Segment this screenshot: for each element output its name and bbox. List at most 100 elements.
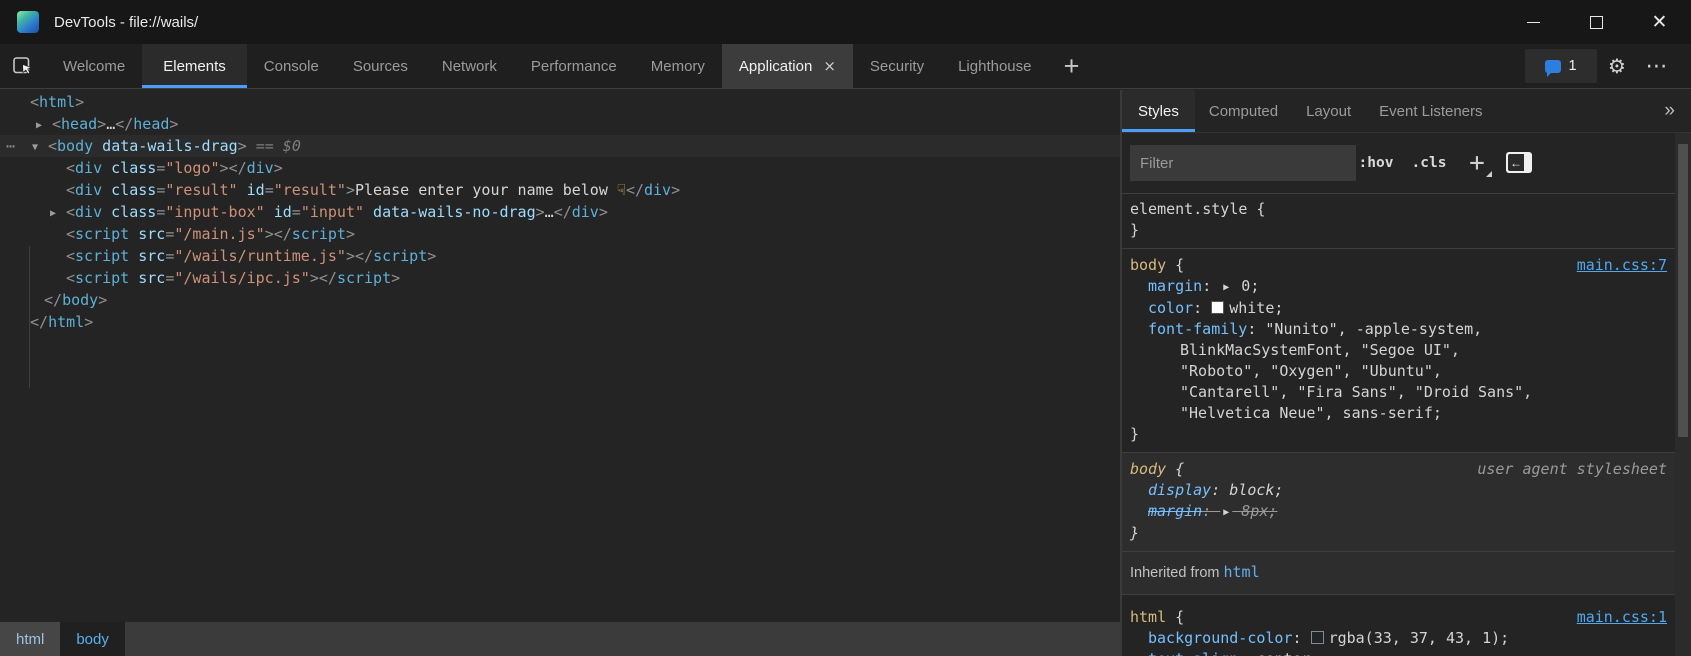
token-v: }	[1130, 221, 1139, 239]
maximize-button[interactable]	[1565, 0, 1628, 44]
token-p: <	[66, 181, 75, 199]
title-bar: DevTools - file://wails/ ✕	[0, 0, 1691, 44]
toggle-element-classes-button[interactable]: .cls	[1406, 145, 1452, 181]
tab-label: Memory	[651, 58, 705, 75]
tab-layout[interactable]: Layout	[1292, 90, 1365, 132]
style-rule-line[interactable]: margin: ▶ 8px;	[1122, 501, 1675, 523]
token-a: src	[129, 247, 165, 265]
token-prop: text-align	[1148, 650, 1238, 656]
style-rule-line[interactable]: margin: ▶ 0;	[1122, 276, 1675, 298]
tab-styles[interactable]: Styles	[1122, 90, 1195, 132]
token-sel: body	[1130, 460, 1166, 478]
style-rule-line[interactable]: BlinkMacSystemFont, "Segoe UI",	[1122, 340, 1675, 361]
token-tag: script	[75, 225, 129, 243]
style-rule-line[interactable]: main.css:1html {	[1122, 607, 1675, 628]
devtools-content: <html>▶<head>…</head>⋯▼<body data-wails-…	[0, 88, 1691, 656]
toggle-pseudo-states-button[interactable]: :hov	[1352, 145, 1400, 181]
tab-label: Styles	[1138, 103, 1179, 120]
dom-tree-row[interactable]: ▶<head>…</head>	[0, 113, 1120, 135]
token-tag: div	[644, 181, 671, 199]
scrollbar-thumb[interactable]	[1678, 144, 1688, 437]
dom-tree-row[interactable]: <script src="/wails/runtime.js"></script…	[0, 245, 1120, 267]
toggle-computed-sidebar-button[interactable]: ←	[1506, 152, 1532, 173]
token-v: rgba(33, 37, 43, 1);	[1329, 629, 1510, 647]
token-link[interactable]: main.css:7	[1577, 255, 1667, 276]
style-rule-line[interactable]: text-align: center;	[1122, 649, 1675, 656]
tab-sources[interactable]: Sources	[336, 44, 425, 88]
add-tab-button[interactable]: +	[1048, 44, 1094, 88]
token-emoji: ☟	[617, 181, 626, 199]
token-p: >	[169, 115, 178, 133]
dom-tree-row[interactable]: <script src="/main.js"></script>	[0, 223, 1120, 245]
tab-memory[interactable]: Memory	[634, 44, 722, 88]
token-v: :	[1293, 629, 1311, 647]
dom-tree-row[interactable]: <script src="/wails/ipc.js"></script>	[0, 267, 1120, 289]
token-v: :	[1202, 502, 1220, 520]
token-v: "Helvetica Neue", sans-serif;	[1180, 404, 1442, 422]
style-rule-line[interactable]: "Helvetica Neue", sans-serif;	[1122, 403, 1675, 424]
style-rule-line[interactable]: }	[1122, 523, 1675, 544]
styles-filter-input[interactable]	[1130, 145, 1356, 181]
style-rule-line[interactable]: "Roboto", "Oxygen", "Ubuntu",	[1122, 361, 1675, 382]
style-rule-line[interactable]: user agent stylesheetbody {	[1122, 459, 1675, 480]
tab-network[interactable]: Network	[425, 44, 514, 88]
style-rule-line[interactable]: display: block;	[1122, 480, 1675, 501]
dom-tree-row[interactable]: <div class="logo"></div>	[0, 157, 1120, 179]
tab-console[interactable]: Console	[247, 44, 336, 88]
token-v: {	[1166, 256, 1184, 274]
dom-tree-row[interactable]: </html>	[0, 311, 1120, 333]
tab-event-listeners[interactable]: Event Listeners	[1365, 90, 1496, 132]
style-rule-line[interactable]: color: white;	[1122, 298, 1675, 319]
new-style-rule-button[interactable]: +	[1456, 145, 1498, 181]
token-p: >	[671, 181, 680, 199]
token-q: "/main.js"	[174, 225, 264, 243]
tab-welcome[interactable]: Welcome	[46, 44, 142, 88]
more-options-button[interactable]: ⋯	[1637, 46, 1677, 86]
token-link[interactable]: main.css:1	[1577, 607, 1667, 628]
tab-security[interactable]: Security	[853, 44, 941, 88]
close-icon: ✕	[1652, 11, 1668, 33]
token-v: "Roboto", "Oxygen", "Ubuntu",	[1180, 362, 1442, 380]
styles-scrollbar[interactable]	[1675, 133, 1691, 656]
close-tab-icon[interactable]: ×	[823, 57, 836, 75]
style-rule-line[interactable]: "Cantarell", "Fira Sans", "Droid Sans",	[1122, 382, 1675, 403]
minimize-button[interactable]	[1502, 0, 1565, 44]
dom-tree-row[interactable]: ▶<div class="input-box" id="input" data-…	[0, 201, 1120, 223]
breadcrumb-item-html[interactable]: html	[0, 622, 60, 656]
style-rule-line[interactable]: font-family: "Nunito", -apple-system,	[1122, 319, 1675, 340]
tab-computed[interactable]: Computed	[1195, 90, 1292, 132]
inspect-element-button[interactable]	[0, 44, 46, 88]
tab-application[interactable]: Application ×	[722, 44, 853, 88]
dom-tree-row[interactable]: <div class="result" id="result">Please e…	[0, 179, 1120, 201]
token-p: =	[156, 181, 165, 199]
token-p: >	[265, 225, 274, 243]
token-v: :	[1202, 277, 1220, 295]
dom-tree-row[interactable]: <html>	[0, 91, 1120, 113]
tab-elements[interactable]: Elements	[142, 44, 247, 88]
style-rule-line[interactable]: }	[1122, 424, 1675, 445]
style-rule-line[interactable]: element.style {	[1122, 199, 1675, 220]
close-button[interactable]: ✕	[1628, 0, 1691, 44]
token-tag: body	[57, 137, 93, 155]
settings-button[interactable]: ⚙	[1597, 46, 1637, 86]
elements-panel: <html>▶<head>…</head>⋯▼<body data-wails-…	[0, 90, 1120, 656]
dom-tree-row[interactable]: </body>	[0, 289, 1120, 311]
style-rule-line[interactable]: Inherited from html	[1122, 562, 1675, 584]
dom-tree-row[interactable]: ⋯▼<body data-wails-drag> == $0	[0, 135, 1120, 157]
style-rule-line[interactable]: background-color: rgba(33, 37, 43, 1);	[1122, 628, 1675, 649]
tab-lighthouse[interactable]: Lighthouse	[941, 44, 1048, 88]
token-tag: div	[247, 159, 274, 177]
token-a: class	[102, 203, 156, 221]
issues-button[interactable]: 1	[1525, 49, 1597, 83]
style-rule-line[interactable]: main.css:7body {	[1122, 255, 1675, 276]
more-tabs-button[interactable]: »	[1648, 90, 1691, 132]
token-a: class	[102, 159, 156, 177]
token-prop: font-family	[1148, 320, 1247, 338]
tab-performance[interactable]: Performance	[514, 44, 634, 88]
breadcrumb-item-body[interactable]: body	[60, 622, 125, 656]
token-p: <	[52, 115, 61, 133]
token-ilink[interactable]: html	[1224, 563, 1260, 581]
token-p: <	[30, 93, 39, 111]
style-rule-line[interactable]: }	[1122, 220, 1675, 241]
token-q: "input"	[301, 203, 364, 221]
